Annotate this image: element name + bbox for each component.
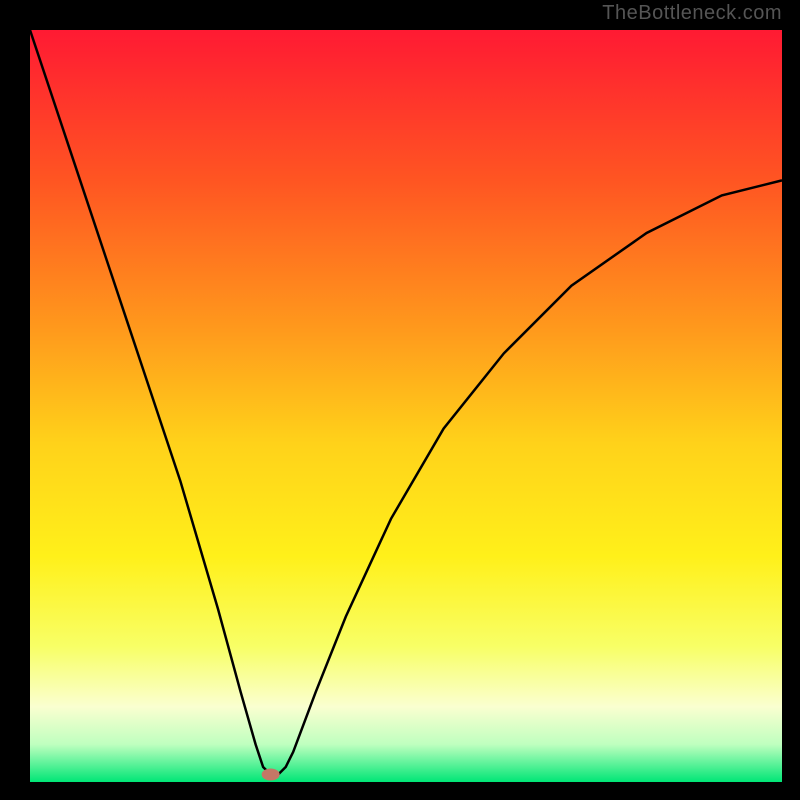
chart-frame: TheBottleneck.com xyxy=(0,0,800,800)
plot-background xyxy=(30,30,782,782)
chart-svg xyxy=(0,0,800,800)
optimal-marker xyxy=(262,768,280,780)
watermark-text: TheBottleneck.com xyxy=(602,2,782,25)
